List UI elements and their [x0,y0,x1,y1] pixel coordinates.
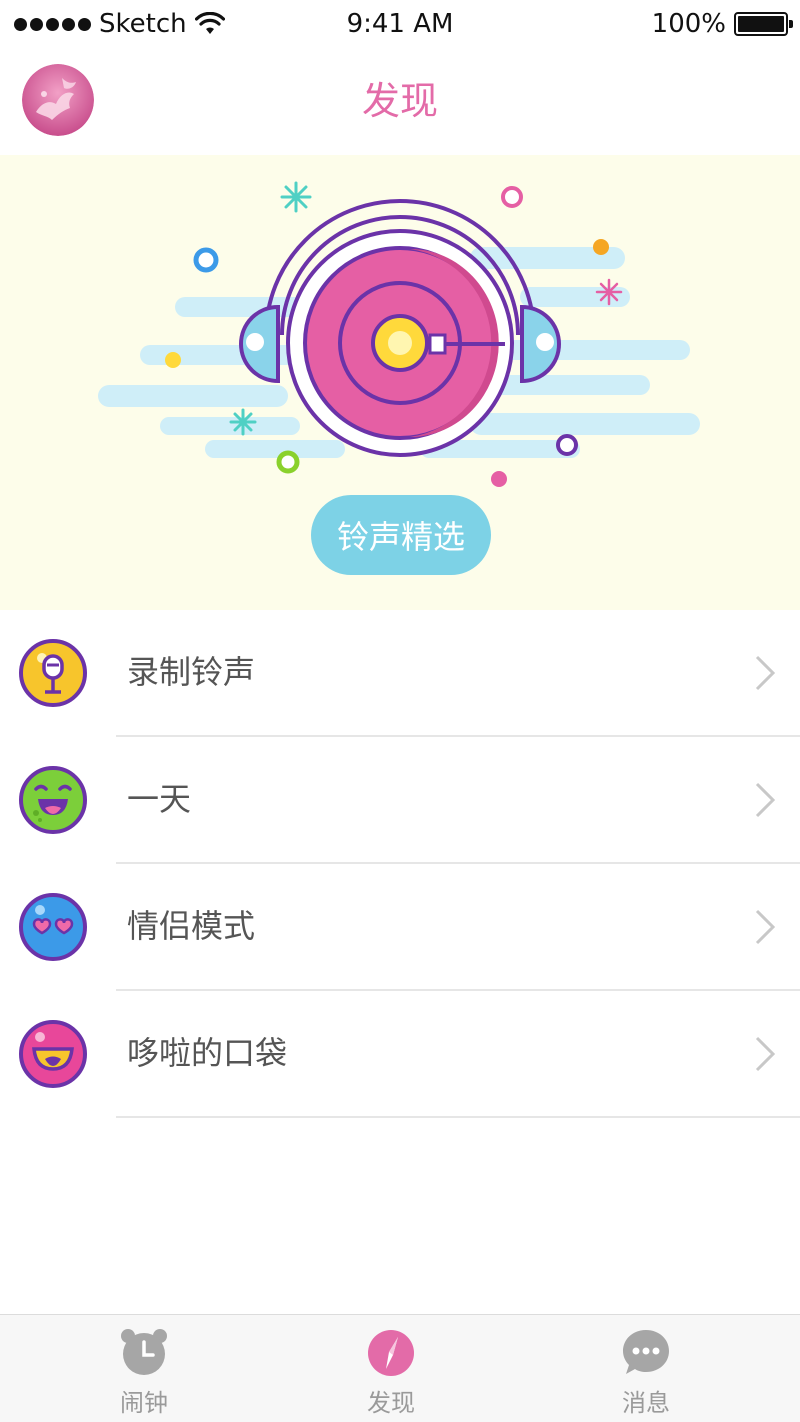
chevron-right-icon [755,655,776,691]
tab-label: 发现 [367,1389,415,1417]
battery-icon [734,12,793,36]
divider [116,1116,800,1118]
alarm-clock-icon [121,1329,167,1375]
battery-level [738,16,784,32]
chevron-right-icon [755,1036,776,1072]
list-item-label: 哆啦的口袋 [127,1034,288,1072]
ringtone-picks-button[interactable]: 铃声精选 [311,495,491,575]
battery-percent: 100% [651,9,726,39]
discover-list: 录制铃声 一天 情侣模式 哆啦的口袋 [0,610,800,1118]
tab-label: 消息 [622,1389,670,1417]
list-item-label: 情侣模式 [127,907,256,945]
tab-discover[interactable]: 发现 [341,1327,441,1418]
list-item-record-ringtone[interactable]: 录制铃声 [0,610,800,737]
compass-icon [368,1330,414,1376]
list-item-doraemon-pocket[interactable]: 哆啦的口袋 [0,991,800,1118]
list-item-label: 一天 [127,780,192,818]
banner[interactable]: 铃声精选 [0,155,800,610]
heart-eyes-face-icon [19,893,87,961]
status-right: 100% [651,8,793,40]
chevron-right-icon [755,909,776,945]
page-title: 发现 [361,79,438,123]
tab-bar: 闹钟 发现 消息 [0,1314,800,1422]
chat-bubble-icon [623,1330,669,1374]
nav-bar: 发现 [0,50,800,155]
list-item-couple-mode[interactable]: 情侣模式 [0,864,800,991]
tab-alarm[interactable]: 闹钟 [94,1327,194,1418]
status-bar: Sketch 9:41 AM 100% [0,0,800,50]
tab-messages[interactable]: 消息 [596,1327,696,1418]
smile-face-icon [19,1020,87,1088]
tab-label: 闹钟 [120,1389,168,1417]
list-item-label: 录制铃声 [127,653,256,691]
list-item-one-day[interactable]: 一天 [0,737,800,864]
chevron-right-icon [755,782,776,818]
microphone-face-icon [19,639,87,707]
laughing-face-icon [19,766,87,834]
